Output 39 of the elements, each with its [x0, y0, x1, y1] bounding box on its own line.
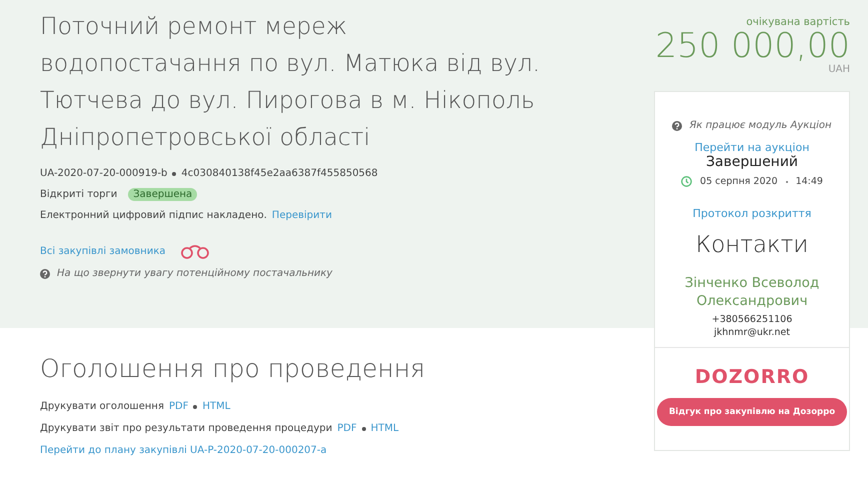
help-icon	[672, 120, 682, 130]
auction-date: 05 серпня 2020	[700, 176, 778, 187]
customer-link[interactable]: Всі закупівлі замовника	[40, 246, 166, 256]
feedback-button[interactable]: Відгук про закупівлю на Дозорро	[656, 398, 848, 426]
download-link[interactable]: PDF	[168, 401, 188, 412]
tender-title: Поточний ремонт мереж водопостачання по вул. Матюка від вул. Тютчева до вул. Пирогова в м. Нікополь Дніпропетровської області	[40, 11, 540, 153]
currency-label: UAH	[827, 64, 850, 75]
download-link[interactable]: PDF	[337, 423, 357, 434]
contact-phone: +380566251106	[712, 313, 792, 326]
hint-text: Як працює модуль Аукціон	[689, 120, 832, 131]
help-icon	[40, 268, 50, 278]
price-label: очікувана вартість	[745, 16, 850, 28]
contact-name: Зінченко Всеволод Олександрович	[684, 274, 820, 310]
contacts-title: Контакти	[696, 232, 808, 258]
dozorro-logo: DOZORRO	[694, 366, 810, 388]
download-link[interactable]: HTML	[202, 401, 230, 412]
tender-id: UA-2020-07-20-000919-b	[40, 168, 168, 179]
procedure-type: Відкриті торги	[40, 189, 118, 200]
auction-status: Завершений	[706, 154, 798, 170]
status-badge: Завершена	[128, 188, 198, 201]
verify-link[interactable]: Перевірити	[272, 210, 332, 221]
plan-link[interactable]: Перейти до плану закупівлі UA-P-2020-07-20-000207-a	[40, 445, 327, 456]
section-title: Оголошення про проведення	[40, 354, 426, 383]
print-label: Друкувати звіт про результати проведення процедури	[40, 423, 332, 434]
bullet	[193, 404, 198, 408]
hint-text: На що звернути увагу потенційному постачальнику	[57, 268, 332, 279]
tender-hash: 4c030840138f45e2aa6387f455850568	[181, 168, 378, 179]
signature-text: Електронний цифровий підпис накладено.	[40, 210, 267, 221]
bullet	[172, 172, 176, 176]
print-label: Друкувати оголошення	[40, 401, 164, 412]
download-link[interactable]: HTML	[370, 423, 399, 434]
clock-icon	[681, 176, 692, 187]
protocol-link[interactable]: Протокол розкриття	[692, 207, 812, 220]
auction-time: 14:49	[796, 176, 823, 187]
contact-email: jkhnmr@ukr.net	[714, 326, 790, 339]
binoculars-icon	[179, 243, 212, 259]
auction-link[interactable]: Перейти на аукціон	[694, 141, 810, 154]
price-amount: 250 000,00	[654, 28, 850, 64]
bullet	[362, 426, 366, 430]
